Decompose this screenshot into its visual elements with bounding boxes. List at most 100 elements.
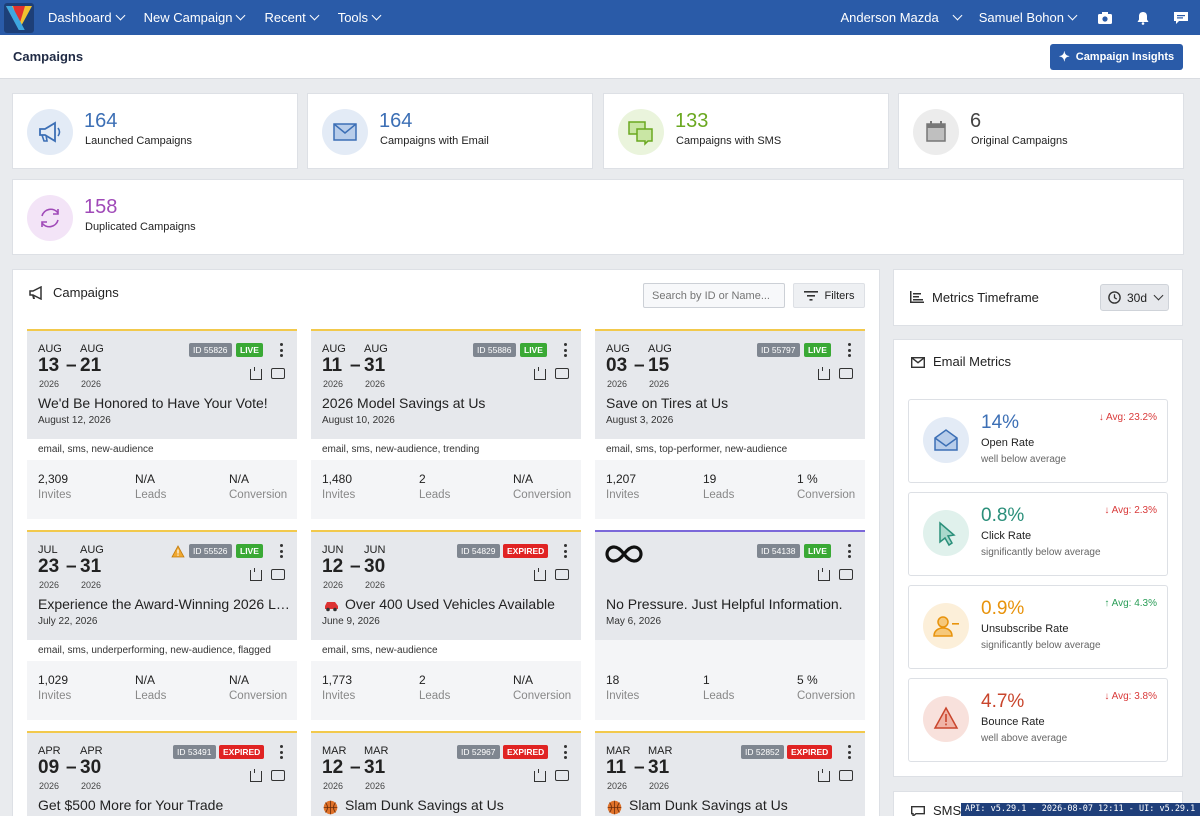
more-options-icon[interactable] xyxy=(280,745,283,759)
chat-icon[interactable] xyxy=(839,368,853,379)
conversion-label: Conversion xyxy=(229,690,288,702)
email-metrics-panel: Email Metrics 14% Open Rate well below a… xyxy=(893,339,1183,777)
end-year: 2026 xyxy=(365,580,386,590)
nav-tools[interactable]: Tools xyxy=(328,0,390,35)
chat-icon[interactable] xyxy=(271,368,285,379)
download-icon[interactable] xyxy=(818,367,830,380)
campaign-card[interactable]: MAR 12 2026 – MAR 31 2026 ID 52967 EXPIR… xyxy=(311,731,581,816)
campaign-tags xyxy=(595,640,865,661)
download-icon[interactable] xyxy=(250,769,262,782)
bell-icon[interactable] xyxy=(1135,11,1151,25)
unsubscribe-rate-label: Unsubscribe Rate xyxy=(981,623,1069,635)
campaign-id-badge: ID 55797 xyxy=(757,343,800,357)
more-options-icon[interactable] xyxy=(848,544,851,558)
more-options-icon[interactable] xyxy=(564,343,567,357)
status-badge: EXPIRED xyxy=(503,544,549,558)
campaign-card[interactable]: ID 54138 LIVE No Pressure. Just Helpful … xyxy=(595,530,865,720)
version-footer: API: v5.29.1 - 2026-08-07 12:11 - UI: v5… xyxy=(961,803,1200,816)
campaign-title: Get $500 More for Your Trade xyxy=(38,797,224,813)
more-options-icon[interactable] xyxy=(848,745,851,759)
user-dealer-chevron[interactable] xyxy=(939,0,969,35)
end-day: 31 xyxy=(80,556,102,577)
download-icon[interactable] xyxy=(818,769,830,782)
campaign-id-badge: ID 52852 xyxy=(741,745,784,759)
more-options-icon[interactable] xyxy=(564,745,567,759)
date-range-dash: – xyxy=(350,556,361,577)
start-month: AUG xyxy=(606,343,630,355)
more-options-icon[interactable] xyxy=(280,343,283,357)
nav-new-campaign[interactable]: New Campaign xyxy=(134,0,255,35)
open-rate-average-text: Avg: 23.2% xyxy=(1106,412,1157,423)
download-icon[interactable] xyxy=(534,769,546,782)
campaign-card[interactable]: APR 09 2026 – APR 30 2026 ID 53491 EXPIR… xyxy=(27,731,297,816)
end-year: 2026 xyxy=(365,379,386,389)
stat-label: Campaigns with Email xyxy=(380,135,489,147)
download-icon[interactable] xyxy=(250,568,262,581)
chat-icon[interactable] xyxy=(271,770,285,781)
chevron-down-icon xyxy=(1153,290,1164,301)
chat-icon[interactable] xyxy=(839,569,853,580)
campaign-date: August 10, 2026 xyxy=(322,415,395,426)
campaign-insights-button[interactable]: ✦ Campaign Insights xyxy=(1050,44,1183,70)
stat-campaigns-with-email: 164 Campaigns with Email xyxy=(307,93,593,169)
download-icon[interactable] xyxy=(818,568,830,581)
app-logo[interactable] xyxy=(4,2,34,33)
end-month: AUG xyxy=(80,343,104,355)
campaign-date: August 3, 2026 xyxy=(606,415,674,426)
chat-icon[interactable] xyxy=(555,368,569,379)
user-account-menu[interactable]: Samuel Bohon xyxy=(969,0,1086,35)
unsubscribe-rate-average-text: Avg: 4.3% xyxy=(1111,598,1157,609)
chat-icon[interactable] xyxy=(555,569,569,580)
open-rate-label: Open Rate xyxy=(981,437,1035,449)
campaign-card[interactable]: JUN 12 2026 – JUN 30 2026 ID 54829 EXPIR… xyxy=(311,530,581,720)
chat-icon[interactable] xyxy=(271,569,285,580)
chat-icon[interactable] xyxy=(555,770,569,781)
campaign-date: July 22, 2026 xyxy=(38,616,98,627)
more-options-icon[interactable] xyxy=(848,343,851,357)
start-day: 13 xyxy=(38,355,60,376)
sms-metrics-title: SMS xyxy=(933,803,962,816)
download-icon[interactable] xyxy=(534,568,546,581)
campaign-card[interactable]: AUG 11 2026 – AUG 31 2026 ID 55886 LIVE … xyxy=(311,329,581,519)
campaign-tags: email, sms, new-audience, trending xyxy=(311,439,581,460)
campaign-search-input[interactable] xyxy=(643,283,785,308)
more-options-icon[interactable] xyxy=(280,544,283,558)
warning-icon xyxy=(171,545,185,558)
feedback-icon[interactable] xyxy=(1173,11,1189,25)
invites-value: 1,480 xyxy=(322,472,353,486)
timeframe-select[interactable]: 30d xyxy=(1100,284,1169,311)
filters-label: Filters xyxy=(824,289,855,302)
start-day: 23 xyxy=(38,556,60,577)
date-range-dash: – xyxy=(66,757,77,778)
stat-value: 164 xyxy=(379,110,413,132)
leads-value: N/A xyxy=(135,472,156,486)
chat-icon[interactable] xyxy=(839,770,853,781)
start-year: 2026 xyxy=(39,580,60,590)
campaign-card[interactable]: MAR 11 2026 – MAR 31 2026 ID 52852 EXPIR… xyxy=(595,731,865,816)
camera-icon[interactable] xyxy=(1097,11,1113,25)
campaign-card[interactable]: JUL 23 2026 – AUG 31 2026 ID 55526 LIVE … xyxy=(27,530,297,720)
more-options-icon[interactable] xyxy=(564,544,567,558)
clock-icon xyxy=(1108,291,1121,304)
campaigns-panel-title: Campaigns xyxy=(53,285,119,300)
end-day: 30 xyxy=(80,757,102,778)
conversion-value: N/A xyxy=(513,673,534,687)
campaign-card[interactable]: AUG 13 2026 – AUG 21 2026 ID 55826 LIVE … xyxy=(27,329,297,519)
download-icon[interactable] xyxy=(250,367,262,380)
open-rate-average: ↓ Avg: 23.2% xyxy=(1099,412,1157,423)
end-year: 2026 xyxy=(649,379,670,389)
bounce-rate-comparison: well above average xyxy=(981,733,1068,744)
unsubscribe-rate-card: 0.9% Unsubscribe Rate significantly belo… xyxy=(908,585,1168,669)
user-dealer-menu[interactable]: Anderson Mazda xyxy=(830,0,938,35)
nav-recent[interactable]: Recent xyxy=(254,0,327,35)
campaign-id-badge: ID 54829 xyxy=(457,544,500,558)
download-icon[interactable] xyxy=(534,367,546,380)
end-day: 31 xyxy=(364,355,386,376)
nav-dashboard[interactable]: Dashboard xyxy=(38,0,134,35)
campaign-title: 2026 Model Savings at Us xyxy=(322,395,486,411)
arrow-down-icon: ↓ xyxy=(1104,691,1112,702)
bounce-rate-card: 4.7% Bounce Rate well above average ↓ Av… xyxy=(908,678,1168,762)
status-badge: LIVE xyxy=(804,343,831,357)
filters-button[interactable]: Filters xyxy=(793,283,865,308)
campaign-card[interactable]: AUG 03 2026 – AUG 15 2026 ID 55797 LIVE … xyxy=(595,329,865,519)
